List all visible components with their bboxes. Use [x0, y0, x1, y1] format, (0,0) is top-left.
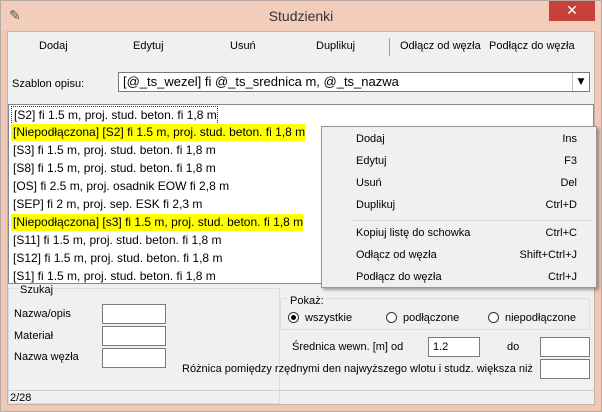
search-legend: Szukaj [18, 284, 56, 296]
list-item[interactable]: [S8] fi 1.5 m, proj. stud. beton. fi 1,8… [11, 160, 216, 177]
status-bar: 2/28 [8, 390, 594, 405]
radio-all-indicator [288, 311, 299, 323]
name-label: Nazwa/opis [14, 308, 71, 320]
radio-disconnected[interactable]: niepodłączone [488, 311, 576, 324]
list-item[interactable]: [S12] fi 1.5 m, proj. stud. beton. fi 1,… [11, 250, 222, 267]
elevation-difference-field[interactable] [540, 359, 590, 379]
menu-item-copy-list[interactable]: Kopiuj listę do schowka Ctrl+C [322, 223, 596, 243]
disconnect-node-button[interactable]: Odłącz od węzła [400, 40, 481, 52]
template-select[interactable]: [@_ts_wezel] fi @_ts_srednica m, @_ts_na… [118, 72, 590, 92]
list-item[interactable]: [Niepodłączona] [S2] fi 1.5 m, proj. stu… [11, 124, 306, 141]
radio-connected-indicator [386, 311, 397, 323]
delete-button[interactable]: Usuń [230, 40, 256, 52]
diameter-label: Średnica wewn. [m] od [292, 341, 404, 353]
window-title: Studzienki [268, 8, 334, 24]
radio-disconnected-label: niepodłączone [505, 312, 576, 324]
menu-item-label: Podłącz do węzła [356, 271, 442, 283]
menu-item-label: Kopiuj listę do schowka [356, 227, 471, 239]
title-bar[interactable]: ✎ Studzienki ✕ [1, 1, 601, 31]
elevation-difference-label: Różnica pomiędzy rzędnymi den najwyższeg… [182, 363, 533, 375]
menu-item-shortcut: Ctrl+J [547, 271, 577, 283]
diameter-from-field[interactable]: 1.2 [428, 337, 480, 357]
template-label: Szablon opisu: [12, 78, 85, 90]
duplicate-button[interactable]: Duplikuj [316, 40, 355, 52]
list-item[interactable]: [Niepodłączona] [s3] fi 1.5 m, proj. stu… [11, 214, 304, 231]
context-menu: Dodaj Ins Edytuj F3 Usuń Del Duplikuj Ctrl+D… [321, 126, 597, 288]
diameter-to-label: do [507, 341, 520, 353]
menu-item-shortcut: Del [560, 177, 577, 189]
menu-item-delete[interactable]: Usuń Del [322, 173, 596, 193]
node-name-field[interactable] [102, 348, 166, 368]
menu-item-disconnect[interactable]: Odłącz od węzła Shift+Ctrl+J [322, 245, 596, 265]
menu-item-duplicate[interactable]: Duplikuj Ctrl+D [322, 195, 596, 215]
add-button[interactable]: Dodaj [39, 40, 68, 52]
menu-item-shortcut: Ctrl+C [545, 227, 577, 239]
list-item[interactable]: [SEP] fi 2 m, proj. sep. ESK fi 2,3 m [11, 196, 202, 213]
radio-disconnected-indicator [488, 311, 499, 323]
list-item[interactable]: [S1] fi 1.5 m, proj. stud. beton. fi 1,8… [11, 268, 216, 285]
menu-item-label: Usuń [356, 177, 382, 189]
show-legend: Pokaż: [288, 295, 326, 307]
menu-item-edit[interactable]: Edytuj F3 [322, 151, 596, 171]
menu-item-connect[interactable]: Podłącz do węzła Ctrl+J [322, 267, 596, 287]
radio-all[interactable]: wszystkie [288, 311, 353, 324]
name-field[interactable] [102, 304, 166, 324]
radio-connected-label: podłączone [403, 312, 460, 324]
menu-item-shortcut: Ins [562, 133, 577, 145]
menu-item-label: Dodaj [356, 133, 385, 145]
toolbar: Dodaj Edytuj Usuń Duplikuj Odłącz od węz… [8, 32, 594, 62]
menu-item-label: Duplikuj [356, 199, 396, 211]
toolbar-separator [389, 38, 390, 56]
diameter-to-field[interactable] [540, 337, 590, 357]
menu-separator [352, 220, 592, 221]
node-name-label: Nazwa węzła [14, 351, 79, 363]
material-label: Materiał [14, 330, 54, 342]
list-item[interactable]: [S11] fi 1.5 m, proj. stud. beton. fi 1,… [11, 232, 222, 249]
list-item[interactable]: [OS] fi 2.5 m, proj. osadnik EOW fi 2,8 … [11, 178, 229, 195]
chevron-down-icon[interactable]: ▼ [572, 73, 589, 91]
template-value: [@_ts_wezel] fi @_ts_srednica m, @_ts_na… [123, 74, 399, 89]
menu-item-shortcut: Shift+Ctrl+J [519, 249, 577, 261]
menu-item-shortcut: F3 [564, 155, 577, 167]
menu-item-label: Odłącz od węzła [356, 249, 437, 261]
list-item[interactable]: [S2] fi 1.5 m, proj. stud. beton. fi 1,8… [11, 106, 218, 125]
menu-item-label: Edytuj [356, 155, 387, 167]
material-field[interactable] [102, 326, 166, 346]
record-counter: 2/28 [10, 392, 32, 404]
menu-item-add[interactable]: Dodaj Ins [322, 129, 596, 149]
menu-item-shortcut: Ctrl+D [545, 199, 577, 211]
close-button[interactable]: ✕ [549, 1, 595, 21]
list-item[interactable]: [S3] fi 1.5 m, proj. stud. beton. fi 1,8… [11, 142, 216, 159]
radio-connected[interactable]: podłączone [386, 311, 460, 324]
radio-all-label: wszystkie [305, 312, 353, 324]
connect-node-button[interactable]: Podłącz do węzła [489, 40, 575, 52]
edit-button[interactable]: Edytuj [133, 40, 164, 52]
